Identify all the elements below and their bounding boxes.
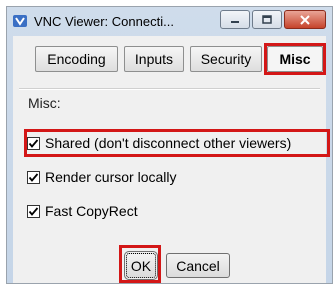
window-title: VNC Viewer: Connecti... — [34, 13, 174, 29]
checkmark-icon — [28, 172, 39, 182]
tab-label: Security — [200, 51, 252, 67]
misc-section-label: Misc: — [28, 95, 61, 111]
option-fast-copyrect[interactable]: Fast CopyRect — [27, 201, 138, 221]
title-bar[interactable]: VNC Viewer: Connecti... — [7, 7, 332, 35]
tab-separator — [19, 88, 320, 90]
tab-bar: Encoding Inputs Security Misc — [13, 46, 326, 74]
maximize-button[interactable] — [252, 10, 282, 29]
checkmark-icon — [28, 206, 39, 216]
minimize-button[interactable] — [220, 10, 250, 29]
close-button[interactable] — [284, 10, 326, 29]
render-cursor-checkbox[interactable] — [27, 170, 40, 184]
option-shared[interactable]: Shared (don't disconnect other viewers) — [27, 133, 291, 153]
option-render-cursor[interactable]: Render cursor locally — [27, 167, 177, 187]
tab-label: Encoding — [47, 51, 106, 67]
shared-label: Shared (don't disconnect other viewers) — [45, 135, 292, 151]
vnc-app-icon — [12, 13, 28, 29]
minimize-icon — [231, 20, 239, 23]
close-icon — [300, 14, 310, 25]
fast-copyrect-label: Fast CopyRect — [45, 203, 138, 219]
ok-label: OK — [130, 257, 152, 274]
dialog-body: Encoding Inputs Security Misc — [13, 36, 326, 283]
vnc-options-dialog: VNC Viewer: Connecti... Encoding Inputs … — [6, 6, 333, 284]
render-cursor-label: Render cursor locally — [45, 169, 177, 185]
tab-encoding[interactable]: Encoding — [35, 46, 118, 72]
fast-copyrect-checkbox[interactable] — [27, 204, 40, 218]
cancel-label: Cancel — [176, 257, 220, 274]
window-controls — [220, 10, 326, 29]
tab-label: Inputs — [134, 51, 174, 67]
cancel-button[interactable]: Cancel — [166, 253, 230, 278]
maximize-icon — [262, 14, 272, 24]
tab-label: Misc — [279, 51, 311, 67]
shared-checkbox[interactable] — [27, 136, 40, 150]
checkmark-icon — [28, 138, 39, 148]
ok-button[interactable]: OK — [124, 251, 158, 280]
tab-inputs[interactable]: Inputs — [124, 46, 184, 72]
tab-security[interactable]: Security — [190, 46, 262, 72]
tab-misc[interactable]: Misc — [267, 46, 323, 72]
